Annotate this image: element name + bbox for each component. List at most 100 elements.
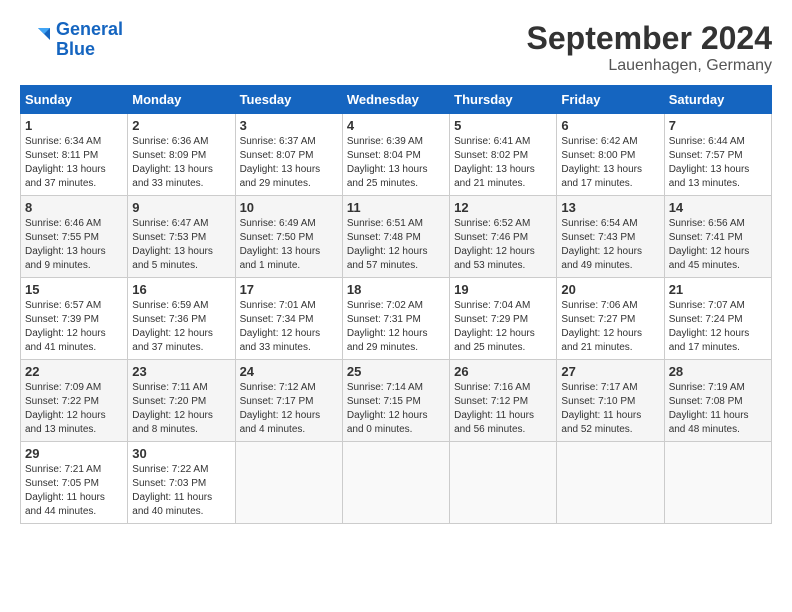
day-number: 30 [132, 446, 230, 461]
calendar-cell: 20Sunrise: 7:06 AMSunset: 7:27 PMDayligh… [557, 278, 664, 360]
calendar-cell: 5 Sunrise: 6:41 AMSunset: 8:02 PMDaylight… [450, 114, 557, 196]
calendar-cell: 13Sunrise: 6:54 AMSunset: 7:43 PMDayligh… [557, 196, 664, 278]
day-number: 14 [669, 200, 767, 215]
day-number: 20 [561, 282, 659, 297]
calendar-cell: 22 Sunrise: 7:09 AMSunset: 7:22 PMDayligh… [21, 360, 128, 442]
day-info: Sunrise: 7:01 AMSunset: 7:34 PMDaylight:… [240, 299, 338, 355]
calendar-cell: 6 Sunrise: 6:42 AMSunset: 8:00 PMDaylight… [557, 114, 664, 196]
weekday-header-thursday: Thursday [450, 86, 557, 114]
weekday-header-monday: Monday [128, 86, 235, 114]
calendar-week-4: 22 Sunrise: 7:09 AMSunset: 7:22 PMDayligh… [21, 360, 772, 442]
calendar-week-3: 15 Sunrise: 6:57 AMSunset: 7:39 PMDayligh… [21, 278, 772, 360]
day-info: Sunrise: 6:42 AMSunset: 8:00 PMDaylight:… [561, 135, 659, 191]
weekday-header-sunday: Sunday [21, 86, 128, 114]
calendar-cell: 11 Sunrise: 6:51 AMSunset: 7:48 PMDayligh… [342, 196, 449, 278]
day-number: 26 [454, 364, 552, 379]
day-number: 6 [561, 118, 659, 133]
page-header: General Blue September 2024 Lauenhagen, … [20, 20, 772, 75]
day-number: 3 [240, 118, 338, 133]
calendar-cell [342, 442, 449, 524]
day-info: Sunrise: 6:36 AMSunset: 8:09 PMDaylight:… [132, 135, 230, 191]
day-info: Sunrise: 7:17 AMSunset: 7:10 PMDaylight:… [561, 381, 659, 437]
day-number: 28 [669, 364, 767, 379]
day-number: 21 [669, 282, 767, 297]
day-info: Sunrise: 6:34 AMSunset: 8:11 PMDaylight:… [25, 135, 123, 191]
logo-icon [20, 24, 52, 56]
calendar-header-row: SundayMondayTuesdayWednesdayThursdayFrid… [21, 86, 772, 114]
day-number: 18 [347, 282, 445, 297]
day-info: Sunrise: 7:07 AMSunset: 7:24 PMDaylight:… [669, 299, 767, 355]
day-info: Sunrise: 7:02 AMSunset: 7:31 PMDaylight:… [347, 299, 445, 355]
calendar-cell: 4 Sunrise: 6:39 AMSunset: 8:04 PMDaylight… [342, 114, 449, 196]
day-info: Sunrise: 6:51 AMSunset: 7:48 PMDaylight:… [347, 217, 445, 273]
calendar-cell: 9 Sunrise: 6:47 AMSunset: 7:53 PMDaylight… [128, 196, 235, 278]
day-number: 19 [454, 282, 552, 297]
calendar-cell: 23Sunrise: 7:11 AMSunset: 7:20 PMDayligh… [128, 360, 235, 442]
day-number: 4 [347, 118, 445, 133]
day-info: Sunrise: 7:04 AMSunset: 7:29 PMDaylight:… [454, 299, 552, 355]
logo-blue: Blue [56, 39, 95, 59]
day-number: 15 [25, 282, 123, 297]
calendar-week-1: 1 Sunrise: 6:34 AMSunset: 8:11 PMDaylight… [21, 114, 772, 196]
day-info: Sunrise: 7:14 AMSunset: 7:15 PMDaylight:… [347, 381, 445, 437]
calendar-cell: 28 Sunrise: 7:19 AMSunset: 7:08 PMDayligh… [664, 360, 771, 442]
day-number: 5 [454, 118, 552, 133]
calendar-table: SundayMondayTuesdayWednesdayThursdayFrid… [20, 85, 772, 524]
calendar-cell: 10 Sunrise: 6:49 AMSunset: 7:50 PMDayligh… [235, 196, 342, 278]
calendar-cell: 26 Sunrise: 7:16 AMSunset: 7:12 PMDayligh… [450, 360, 557, 442]
day-info: Sunrise: 6:46 AMSunset: 7:55 PMDaylight:… [25, 217, 123, 273]
calendar-cell: 25 Sunrise: 7:14 AMSunset: 7:15 PMDayligh… [342, 360, 449, 442]
day-number: 12 [454, 200, 552, 215]
day-info: Sunrise: 6:49 AMSunset: 7:50 PMDaylight:… [240, 217, 338, 273]
day-info: Sunrise: 7:11 AMSunset: 7:20 PMDaylight:… [132, 381, 230, 437]
day-info: Sunrise: 6:52 AMSunset: 7:46 PMDaylight:… [454, 217, 552, 273]
weekday-header-tuesday: Tuesday [235, 86, 342, 114]
day-number: 9 [132, 200, 230, 215]
day-info: Sunrise: 7:12 AMSunset: 7:17 PMDaylight:… [240, 381, 338, 437]
calendar-week-2: 8 Sunrise: 6:46 AMSunset: 7:55 PMDaylight… [21, 196, 772, 278]
day-number: 11 [347, 200, 445, 215]
day-info: Sunrise: 7:19 AMSunset: 7:08 PMDaylight:… [669, 381, 767, 437]
day-number: 25 [347, 364, 445, 379]
day-number: 8 [25, 200, 123, 215]
day-info: Sunrise: 7:22 AMSunset: 7:03 PMDaylight:… [132, 463, 230, 519]
day-info: Sunrise: 6:37 AMSunset: 8:07 PMDaylight:… [240, 135, 338, 191]
calendar-cell: 12 Sunrise: 6:52 AMSunset: 7:46 PMDayligh… [450, 196, 557, 278]
day-number: 1 [25, 118, 123, 133]
calendar-cell [450, 442, 557, 524]
day-info: Sunrise: 6:57 AMSunset: 7:39 PMDaylight:… [25, 299, 123, 355]
location: Lauenhagen, Germany [527, 57, 772, 75]
calendar-cell: 1 Sunrise: 6:34 AMSunset: 8:11 PMDaylight… [21, 114, 128, 196]
calendar-cell [557, 442, 664, 524]
calendar-cell: 24 Sunrise: 7:12 AMSunset: 7:17 PMDayligh… [235, 360, 342, 442]
calendar-cell: 8 Sunrise: 6:46 AMSunset: 7:55 PMDaylight… [21, 196, 128, 278]
day-number: 2 [132, 118, 230, 133]
calendar-cell: 16 Sunrise: 6:59 AMSunset: 7:36 PMDayligh… [128, 278, 235, 360]
calendar-cell: 14 Sunrise: 6:56 AMSunset: 7:41 PMDayligh… [664, 196, 771, 278]
weekday-header-friday: Friday [557, 86, 664, 114]
calendar-cell: 29Sunrise: 7:21 AMSunset: 7:05 PMDayligh… [21, 442, 128, 524]
logo: General Blue [20, 20, 123, 60]
calendar-cell [235, 442, 342, 524]
day-number: 10 [240, 200, 338, 215]
day-info: Sunrise: 6:44 AMSunset: 7:57 PMDaylight:… [669, 135, 767, 191]
day-info: Sunrise: 7:16 AMSunset: 7:12 PMDaylight:… [454, 381, 552, 437]
day-info: Sunrise: 6:39 AMSunset: 8:04 PMDaylight:… [347, 135, 445, 191]
day-number: 22 [25, 364, 123, 379]
calendar-cell: 30 Sunrise: 7:22 AMSunset: 7:03 PMDayligh… [128, 442, 235, 524]
calendar-cell: 15 Sunrise: 6:57 AMSunset: 7:39 PMDayligh… [21, 278, 128, 360]
day-number: 13 [561, 200, 659, 215]
calendar-cell [664, 442, 771, 524]
calendar-cell: 3 Sunrise: 6:37 AMSunset: 8:07 PMDaylight… [235, 114, 342, 196]
day-info: Sunrise: 6:41 AMSunset: 8:02 PMDaylight:… [454, 135, 552, 191]
logo-general: General [56, 19, 123, 39]
day-info: Sunrise: 7:09 AMSunset: 7:22 PMDaylight:… [25, 381, 123, 437]
day-info: Sunrise: 6:56 AMSunset: 7:41 PMDaylight:… [669, 217, 767, 273]
day-number: 24 [240, 364, 338, 379]
day-info: Sunrise: 7:21 AMSunset: 7:05 PMDaylight:… [25, 463, 123, 519]
day-number: 16 [132, 282, 230, 297]
calendar-week-5: 29Sunrise: 7:21 AMSunset: 7:05 PMDayligh… [21, 442, 772, 524]
day-info: Sunrise: 6:47 AMSunset: 7:53 PMDaylight:… [132, 217, 230, 273]
day-number: 27 [561, 364, 659, 379]
day-info: Sunrise: 6:59 AMSunset: 7:36 PMDaylight:… [132, 299, 230, 355]
